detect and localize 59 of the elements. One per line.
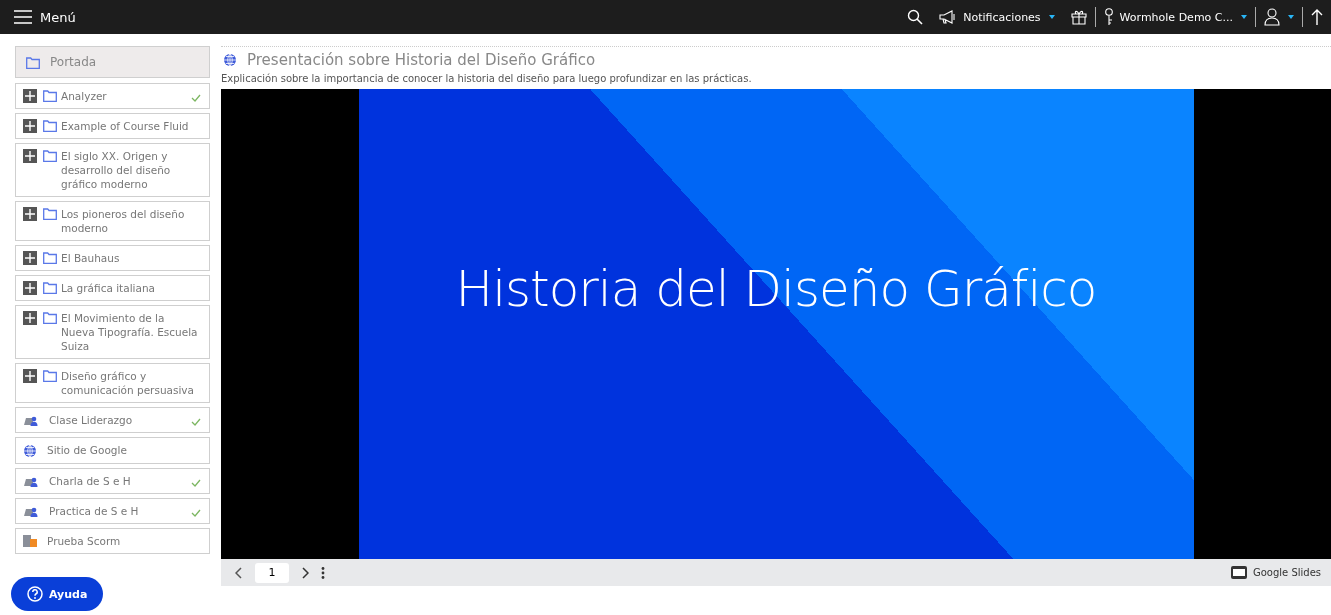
- notifications-button[interactable]: Notificaciones: [939, 10, 1055, 24]
- course-item[interactable]: Analyzer: [15, 83, 210, 109]
- course-item[interactable]: Los pioneros del diseño moderno: [15, 201, 210, 241]
- course-item[interactable]: Example of Course Fluid: [15, 113, 210, 139]
- folder-icon: [43, 90, 57, 102]
- folder-icon: [43, 252, 57, 264]
- people-icon: [23, 414, 39, 426]
- user-menu-button[interactable]: [1264, 8, 1294, 26]
- expand-icon[interactable]: [23, 149, 37, 163]
- globe-icon: [23, 444, 37, 458]
- course-item[interactable]: Prueba Scorm: [15, 528, 210, 554]
- course-item[interactable]: La gráfica italiana: [15, 275, 210, 301]
- globe-icon: [223, 53, 237, 67]
- course-item[interactable]: El Movimiento de la Nueva Tipografía. Escuela Suiza: [15, 305, 210, 359]
- more-icon[interactable]: [321, 566, 325, 579]
- people-icon: [23, 505, 39, 517]
- expand-icon[interactable]: [23, 251, 37, 265]
- people-icon: [23, 475, 39, 487]
- account-button[interactable]: Wormhole Demo C...: [1103, 8, 1247, 26]
- up-arrow-icon[interactable]: [1311, 8, 1323, 26]
- key-icon: [1103, 8, 1114, 26]
- slide-title: Historia del Diseño Gráfico: [455, 260, 1097, 318]
- search-icon[interactable]: [907, 9, 924, 25]
- person-icon: [1264, 8, 1280, 26]
- folder-icon: [26, 56, 40, 69]
- expand-icon[interactable]: [23, 281, 37, 295]
- expand-icon[interactable]: [23, 207, 37, 221]
- menu-icon: [14, 10, 32, 24]
- expand-icon[interactable]: [23, 89, 37, 103]
- course-item[interactable]: Diseño gráfico y comunicación persuasiva: [15, 363, 210, 403]
- expand-icon[interactable]: [23, 369, 37, 383]
- help-icon: [27, 586, 43, 602]
- activity-description: Explicación sobre la importancia de conocer la historia del diseño para luego profundizar en las prácticas.: [221, 73, 753, 84]
- course-item[interactable]: El Bauhaus: [15, 245, 210, 271]
- course-item[interactable]: Practica de S e H: [15, 498, 210, 524]
- megaphone-icon: [939, 10, 958, 24]
- provider-link[interactable]: Google Slides: [1252, 567, 1321, 578]
- help-button[interactable]: Ayuda: [11, 577, 104, 611]
- course-item[interactable]: Sitio de Google: [15, 437, 210, 464]
- activity-title: Presentación sobre Historia del Diseño Gráfico: [247, 51, 596, 69]
- expand-icon[interactable]: [23, 311, 37, 325]
- course-item[interactable]: Clase Liderazgo: [15, 407, 210, 433]
- page-number-field[interactable]: 1: [255, 562, 289, 583]
- folder-icon: [43, 370, 57, 382]
- folder-icon: [43, 312, 57, 324]
- folder-icon: [43, 150, 57, 162]
- menu-button[interactable]: Menú: [14, 9, 76, 25]
- expand-icon[interactable]: [23, 119, 37, 133]
- home-item[interactable]: Portada: [15, 46, 210, 78]
- folder-icon: [43, 120, 57, 132]
- course-item[interactable]: Charla de S e H: [15, 468, 210, 494]
- course-item[interactable]: El siglo XX. Origen y desarrollo del diseño gráfico moderno: [15, 143, 210, 197]
- package-icon: [23, 535, 37, 547]
- folder-icon: [43, 282, 57, 294]
- folder-icon: [43, 208, 57, 220]
- previous-icon[interactable]: [235, 566, 243, 579]
- slides-icon: [1230, 566, 1247, 579]
- gift-icon[interactable]: [1070, 9, 1087, 25]
- next-icon[interactable]: [301, 566, 309, 579]
